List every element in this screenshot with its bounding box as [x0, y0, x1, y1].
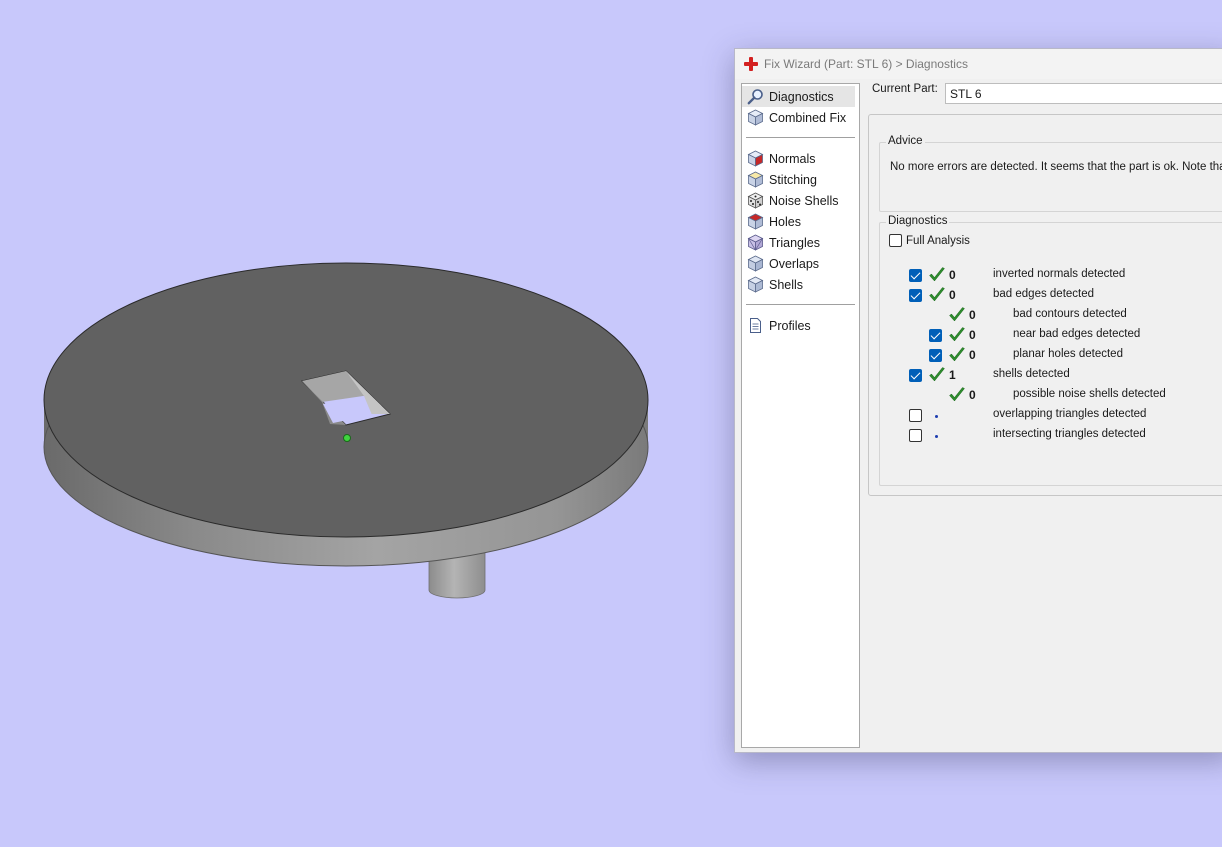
diagnostic-count: 0: [949, 288, 956, 302]
overlaps-cube-icon: [747, 255, 764, 272]
normals-cube-icon: [747, 150, 764, 167]
nav-item-label: Noise Shells: [769, 193, 839, 208]
advice-group: Advice No more errors are detected. It s…: [879, 135, 1222, 212]
diagnostics-panel: Advice No more errors are detected. It s…: [868, 114, 1222, 496]
nav-item-stitching[interactable]: Stitching: [742, 169, 855, 190]
check-mark-icon: [948, 306, 966, 324]
diagnostic-label: intersecting triangles detected: [993, 428, 1146, 440]
full-analysis-label: Full Analysis: [906, 234, 970, 247]
diagnostic-checkbox[interactable]: [909, 369, 922, 382]
shells-cube-icon: [747, 276, 764, 293]
diagnostic-checkbox[interactable]: [929, 349, 942, 362]
nav-item-shells[interactable]: Shells: [742, 274, 855, 295]
diagnostic-label: inverted normals detected: [993, 268, 1126, 280]
window-title: Fix Wizard (Part: STL 6) > Diagnostics: [764, 57, 968, 71]
diagnostic-row-possible-noise-shells-detected: 0 possible noise shells detected: [880, 386, 1222, 406]
nav-divider: [746, 304, 855, 305]
diagnostic-label: bad contours detected: [1013, 308, 1127, 320]
cube-icon: [747, 109, 764, 126]
current-part-label: Current Part:: [872, 83, 938, 95]
nav-item-label: Overlaps: [769, 256, 820, 271]
diagnostic-row-planar-holes-detected: 0 planar holes detected: [880, 346, 1222, 366]
magnifier-icon: [747, 88, 764, 105]
nav-item-label: Diagnostics: [769, 89, 834, 104]
check-mark-icon: [948, 346, 966, 364]
fix-navigation-list: Diagnostics Combined Fix Normals Stitching…: [741, 83, 860, 748]
full-analysis-checkbox[interactable]: [889, 234, 902, 247]
diagnostic-label: possible noise shells detected: [1013, 388, 1166, 400]
diagnostic-row-intersecting-triangles-detected: intersecting triangles detected: [880, 426, 1222, 446]
nav-item-holes[interactable]: Holes: [742, 211, 855, 232]
diagnostic-row-shells-detected: 1 shells detected: [880, 366, 1222, 386]
check-mark-icon: [928, 366, 946, 384]
diagnostic-count: 0: [969, 328, 976, 342]
diagnostic-checkbox[interactable]: [909, 269, 922, 282]
diagnostic-row-inverted-normals-detected: 0 inverted normals detected: [880, 266, 1222, 286]
nav-item-label: Combined Fix: [769, 110, 847, 125]
advice-title: Advice: [886, 135, 925, 147]
nav-item-label: Stitching: [769, 172, 817, 187]
fix-wizard-dialog: Fix Wizard (Part: STL 6) > Diagnostics D…: [734, 48, 1222, 753]
diagnostic-row-overlapping-triangles-detected: overlapping triangles detected: [880, 406, 1222, 426]
title-bar[interactable]: Fix Wizard (Part: STL 6) > Diagnostics: [735, 49, 1222, 79]
diagnostic-count: 0: [969, 348, 976, 362]
pending-dot-icon: [935, 415, 938, 418]
dice-icon: [747, 192, 764, 209]
check-mark-icon: [948, 326, 966, 344]
app-cross-icon: [744, 57, 758, 71]
check-mark-icon: [928, 286, 946, 304]
3d-viewport[interactable]: [0, 0, 730, 847]
diagnostic-count: 0: [949, 268, 956, 282]
stitching-cube-icon: [747, 171, 764, 188]
diagnostic-row-bad-contours-detected: 0 bad contours detected: [880, 306, 1222, 326]
nav-item-label: Shells: [769, 277, 804, 292]
nav-item-normals[interactable]: Normals: [742, 148, 855, 169]
pending-dot-icon: [935, 435, 938, 438]
diagnostic-label: bad edges detected: [993, 288, 1095, 300]
part-model: [43, 262, 649, 599]
nav-item-profiles[interactable]: Profiles: [742, 315, 855, 336]
diagnostic-label: overlapping triangles detected: [993, 408, 1147, 420]
current-part-field[interactable]: STL 6: [945, 83, 1222, 104]
holes-cube-icon: [747, 213, 764, 230]
nav-item-noise-shells[interactable]: Noise Shells: [742, 190, 855, 211]
nav-item-combined-fix[interactable]: Combined Fix: [742, 107, 855, 128]
diagnostic-count: 0: [969, 388, 976, 402]
triangles-cube-icon: [747, 234, 764, 251]
document-icon: [747, 317, 764, 334]
diagnostic-count: 0: [969, 308, 976, 322]
diagnostic-checkbox[interactable]: [929, 329, 942, 342]
diagnostic-label: near bad edges detected: [1013, 328, 1141, 340]
nav-item-diagnostics[interactable]: Diagnostics: [742, 86, 855, 107]
diagnostic-row-bad-edges-detected: 0 bad edges detected: [880, 286, 1222, 306]
nav-item-overlaps[interactable]: Overlaps: [742, 253, 855, 274]
diagnostic-checkbox[interactable]: [909, 429, 922, 442]
nav-divider: [746, 137, 855, 138]
diagnostic-count: 1: [949, 368, 956, 382]
nav-item-label: Normals: [769, 151, 816, 166]
advice-text: No more errors are detected. It seems th…: [890, 161, 1222, 173]
nav-item-label: Triangles: [769, 235, 820, 250]
diagnostic-checkbox[interactable]: [909, 409, 922, 422]
diagnostics-group: Diagnostics Full Analysis 0 inverted norm…: [879, 215, 1222, 486]
nav-item-triangles[interactable]: Triangles: [742, 232, 855, 253]
check-mark-icon: [928, 266, 946, 284]
diagnostic-label: planar holes detected: [1013, 348, 1123, 360]
diagnostic-checkbox[interactable]: [909, 289, 922, 302]
check-mark-icon: [948, 386, 966, 404]
diagnostic-row-near-bad-edges-detected: 0 near bad edges detected: [880, 326, 1222, 346]
nav-item-label: Profiles: [769, 318, 811, 333]
diagnostic-label: shells detected: [993, 368, 1070, 380]
diagnostics-title: Diagnostics: [886, 215, 950, 227]
full-analysis-option[interactable]: Full Analysis: [889, 234, 970, 247]
nav-item-label: Holes: [769, 214, 801, 229]
